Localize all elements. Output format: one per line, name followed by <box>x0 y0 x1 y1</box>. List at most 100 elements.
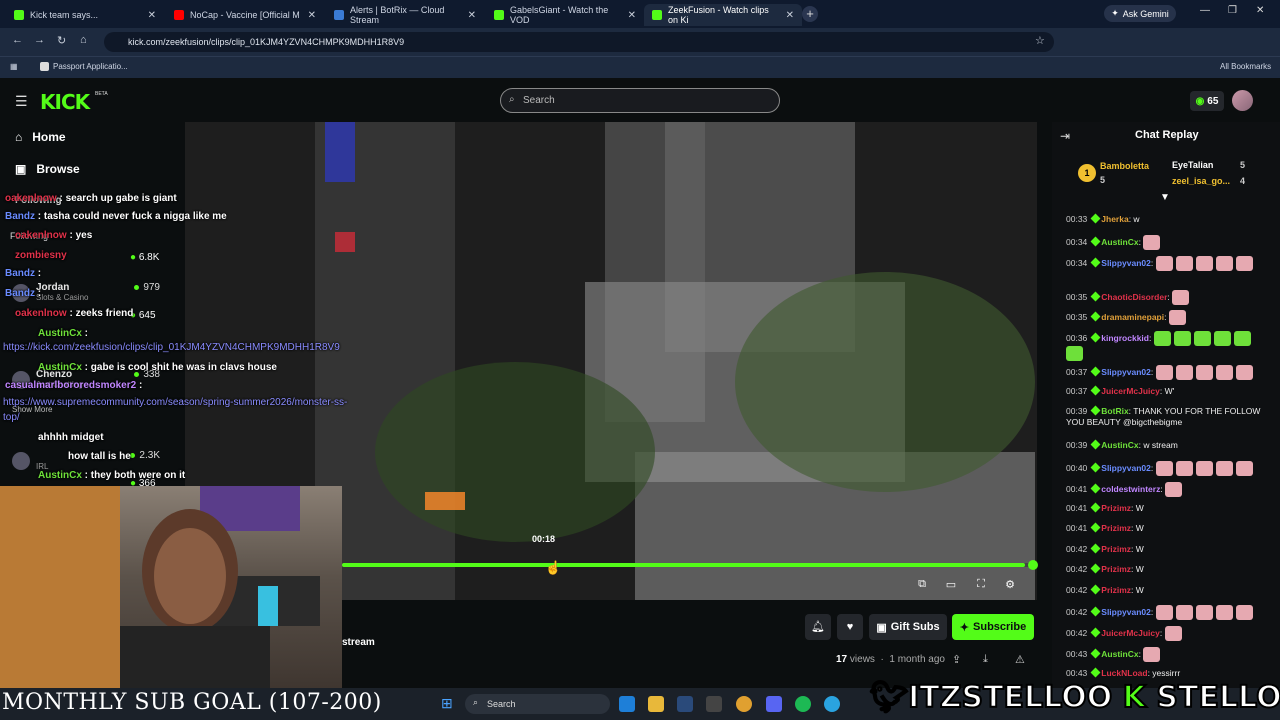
chat-username[interactable]: AustinCx <box>1101 649 1138 659</box>
spotify-icon[interactable] <box>795 696 811 712</box>
emote-icon <box>1173 331 1191 346</box>
chat-username[interactable]: Prizimz <box>1101 544 1131 554</box>
telegram-icon[interactable] <box>824 696 840 712</box>
video-progress-bar[interactable] <box>342 563 1025 567</box>
search-input[interactable]: ⌕ Search <box>500 88 780 113</box>
close-icon[interactable]: ✕ <box>468 10 476 21</box>
chat-username[interactable]: dramaminepapi <box>1101 312 1164 322</box>
chat-username[interactable]: kingrockkid <box>1101 333 1149 343</box>
pip-icon[interactable]: ⧉ <box>915 578 929 592</box>
chat-username[interactable]: ChaoticDisorder <box>1101 292 1167 302</box>
chat-username[interactable]: LuckNLoad <box>1101 668 1147 678</box>
tab-gabelsgiant[interactable]: GabelsGiant - Watch the VOD ✕ <box>486 4 644 26</box>
notification-bell-button[interactable]: 🔔︎ <box>805 614 831 640</box>
close-icon[interactable]: ✕ <box>148 10 156 21</box>
leaderboard-first[interactable]: Bamboletta <box>1100 161 1149 171</box>
expand-leaderboard-icon[interactable]: ▼ <box>1160 192 1170 203</box>
sub-badge-icon <box>1090 311 1101 322</box>
chat-username[interactable]: Prizimz <box>1101 523 1131 533</box>
leaderboard-third[interactable]: zeel_isa_go... <box>1172 176 1230 186</box>
chat-username[interactable]: BotRix <box>1101 406 1128 416</box>
chat-username[interactable]: Slippyvan02 <box>1101 367 1151 377</box>
ask-gemini-button[interactable]: ✦ Ask Gemini <box>1104 5 1176 22</box>
follow-button[interactable]: ♥ <box>837 614 863 640</box>
close-window-icon[interactable]: ✕ <box>1256 5 1264 16</box>
chat-username[interactable]: JuicerMcJuicy <box>1101 628 1160 638</box>
tab-botrix[interactable]: Alerts | BotRix — Cloud Stream ✕ <box>326 4 484 26</box>
progress-handle[interactable] <box>1028 560 1038 570</box>
emote-icon <box>1195 461 1213 476</box>
bookmark-star-icon[interactable]: ☆ <box>1035 34 1045 47</box>
subscribe-button[interactable]: ✦ Subscribe <box>952 614 1034 640</box>
bell-icon: 🔔︎ <box>811 621 825 633</box>
tab-zeekfusion[interactable]: ZeekFusion - Watch clips on Ki ✕ <box>644 4 802 26</box>
overlay-chat-message: oakenlnow : yes <box>15 230 93 241</box>
all-bookmarks[interactable]: All Bookmarks <box>1220 62 1271 71</box>
sub-badge-icon <box>1090 648 1101 659</box>
emote-icon <box>1215 605 1233 620</box>
back-icon[interactable]: ← <box>12 34 23 46</box>
chat-username[interactable]: Jherka <box>1101 214 1128 224</box>
close-icon[interactable]: ✕ <box>628 10 636 21</box>
avatar[interactable] <box>1232 90 1253 111</box>
chat-username[interactable]: Prizimz <box>1101 503 1131 513</box>
discord-icon[interactable] <box>766 696 782 712</box>
points-badge[interactable]: ◉ 65 <box>1190 91 1224 111</box>
close-icon[interactable]: ✕ <box>308 10 316 21</box>
emote-icon <box>1175 461 1193 476</box>
taskbar-search[interactable]: ⌕ Search <box>465 694 610 714</box>
collapse-chat-icon[interactable]: ⇥ <box>1060 129 1070 143</box>
chat-username[interactable]: Prizimz <box>1101 564 1131 574</box>
gift-subs-button[interactable]: ▣ Gift Subs <box>869 614 947 640</box>
sidebar-item-home[interactable]: ⌂ Home <box>15 130 66 144</box>
avatar <box>12 452 30 470</box>
chat-username[interactable]: AustinCx <box>1101 440 1138 450</box>
download-icon[interactable]: ⤓ <box>983 653 988 666</box>
chat-username[interactable]: coldestwinterz <box>1101 484 1160 494</box>
sub-badge-icon <box>1090 462 1101 473</box>
chat-username[interactable]: Prizimz <box>1101 585 1131 595</box>
windows-start-icon[interactable]: ⊞ <box>441 695 453 712</box>
sidebar-item-browse[interactable]: ▣ Browse <box>15 162 80 176</box>
steam-icon[interactable] <box>677 696 693 712</box>
file-explorer-icon[interactable] <box>648 696 664 712</box>
overlay-chat-message: casualmarlbororedsmoker2 : <box>5 380 143 391</box>
chrome-icon[interactable] <box>736 696 752 712</box>
fullscreen-icon[interactable]: ⛶ <box>974 578 988 592</box>
settings-app-icon[interactable] <box>706 696 722 712</box>
close-icon[interactable]: ✕ <box>786 10 794 21</box>
chat-username[interactable]: JuicerMcJuicy <box>1101 386 1160 396</box>
reload-icon[interactable]: ↻ <box>57 34 66 47</box>
new-tab-button[interactable]: + <box>802 6 818 22</box>
tab-kick-team[interactable]: Kick team says... ✕ <box>6 4 164 26</box>
theater-mode-icon[interactable]: ▭ <box>944 578 958 592</box>
edge-icon[interactable] <box>619 696 635 712</box>
chat-timestamp: 00:35 <box>1066 291 1088 302</box>
emote-icon <box>1195 256 1213 271</box>
kick-logo[interactable]: KICK <box>40 90 90 114</box>
home-icon[interactable]: ⌂ <box>80 34 87 46</box>
menu-icon[interactable]: ☰ <box>15 93 28 110</box>
settings-icon[interactable]: ⚙ <box>1003 578 1017 592</box>
emote-icon <box>1143 235 1161 250</box>
chat-message: 00:39 BotRix: THANK YOU FOR THE FOLLOW YO… <box>1066 405 1271 428</box>
url-field[interactable]: kick.com/zeekfusion/clips/clip_01KJM4YZV… <box>104 32 1054 52</box>
chat-username[interactable]: Slippyvan02 <box>1101 258 1151 268</box>
chat-title: Chat Replay <box>1135 129 1199 141</box>
share-icon[interactable]: ⇪ <box>952 653 961 666</box>
sub-badge-icon <box>1090 627 1101 638</box>
bookmark-passport[interactable]: Passport Applicatio... <box>53 62 128 71</box>
minimize-icon[interactable]: — <box>1200 5 1210 16</box>
chat-username[interactable]: Slippyvan02 <box>1101 463 1151 473</box>
apps-icon[interactable]: ▦ <box>10 62 18 71</box>
chat-timestamp: 00:41 <box>1066 523 1088 533</box>
kick-points-icon: ◉ <box>1195 95 1205 107</box>
emote-icon <box>1155 461 1173 476</box>
report-icon[interactable]: ⚠ <box>1015 653 1025 666</box>
chat-username[interactable]: Slippyvan02 <box>1101 607 1151 617</box>
maximize-icon[interactable]: ❐ <box>1228 5 1237 16</box>
leaderboard-second[interactable]: EyeTalian <box>1172 160 1213 170</box>
forward-icon[interactable]: → <box>34 34 45 46</box>
chat-username[interactable]: AustinCx <box>1101 237 1138 247</box>
tab-nocap[interactable]: NoCap - Vaccine [Official M ✕ <box>166 4 324 26</box>
